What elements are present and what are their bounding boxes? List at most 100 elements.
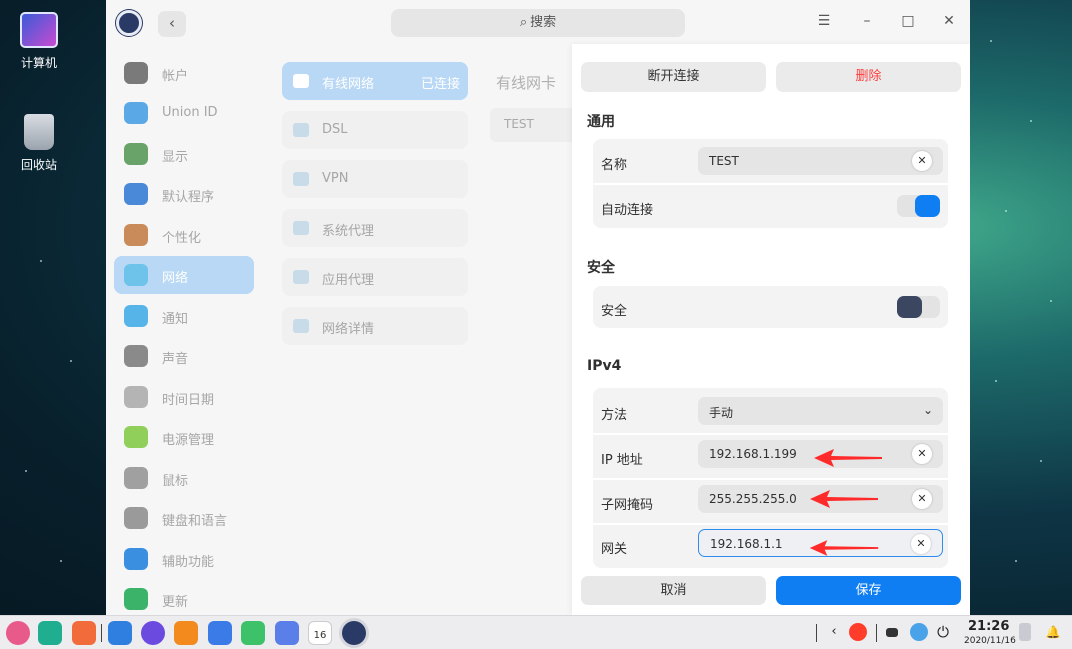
palette-icon [124,224,148,246]
multitask-icon[interactable] [38,621,62,645]
taskbar-separator [816,624,817,642]
mask-row: 子网掩码 255.255.255.0 ✕ [593,479,948,523]
method-select[interactable]: 手动 ⌄ [698,397,943,425]
sidebar-item-sound[interactable]: 声音 [114,337,254,375]
speaker-icon [124,345,148,367]
wired-card-title: 有线网卡 [496,74,557,92]
dsl-icon [293,123,309,137]
ipv4-title: IPv4 [587,358,622,374]
wired-network-icon [293,74,309,88]
gateway-label: 网关 [601,542,628,557]
network-tray-icon[interactable] [910,623,928,641]
name-field[interactable]: TEST ✕ [698,147,943,175]
back-button[interactable]: ‹ [158,11,186,37]
network-item-details[interactable]: 网络详情 [282,307,468,345]
network-item-dsl[interactable]: DSL [282,111,468,149]
launcher-icon[interactable] [6,621,30,645]
control-center-window: ‹ ⌕ 搜索 ☰ – □ ✕ 帐户 Union ID 显示 默认程序 个性化 网络… [106,0,970,615]
menu-button[interactable]: ☰ [814,13,834,29]
maximize-button[interactable]: □ [898,13,918,29]
tray-collapse-icon[interactable]: ‹ [825,623,843,641]
trash-tray-icon[interactable] [1019,623,1031,641]
clear-icon[interactable]: ✕ [912,444,932,464]
network-item-label: 网络详情 [322,322,375,337]
security-toggle[interactable] [897,296,940,318]
sidebar-item-label: 网络 [162,271,189,286]
clock-time[interactable]: 21:26 [968,619,1009,634]
app-store-icon[interactable] [72,621,96,645]
desktop-trash[interactable]: 回收站 [8,114,70,173]
clock-date[interactable]: 2020/11/16 [964,636,1016,646]
music-icon[interactable] [241,621,265,645]
network-item-wired[interactable]: 有线网络 已连接 [282,62,468,100]
disconnect-button[interactable]: 断开连接 [581,62,766,92]
auto-connect-toggle[interactable] [897,195,940,217]
notification-icon [124,305,148,327]
sidebar-item-label: 电源管理 [162,433,215,448]
sidebar-item-network[interactable]: 网络 [114,256,254,294]
connection-item-test[interactable]: TEST [490,108,580,142]
annotation-arrow [809,540,879,556]
calendar-icon[interactable]: 16 [308,621,332,645]
power-icon[interactable]: ⏻ [934,623,952,641]
browser-icon[interactable] [141,621,165,645]
document-viewer-icon[interactable] [275,621,299,645]
network-item-label: 系统代理 [322,224,375,239]
sidebar-item-accessibility[interactable]: 辅助功能 [114,540,254,578]
toggle-knob [915,195,940,217]
control-center-icon[interactable] [342,621,366,645]
clock-icon [124,386,148,408]
tray-app-icon[interactable] [849,623,867,641]
clear-icon[interactable]: ✕ [912,489,932,509]
keyboard-tray-icon[interactable] [886,628,898,637]
clear-icon[interactable]: ✕ [911,534,931,554]
keyboard-icon [124,507,148,529]
sidebar-item-account[interactable]: 帐户 [114,54,254,92]
sidebar-item-keyboard[interactable]: 键盘和语言 [114,499,254,537]
sidebar-item-label: 时间日期 [162,393,215,408]
name-row: 名称 TEST ✕ [593,139,948,183]
system-proxy-icon [293,221,309,235]
search-box[interactable]: ⌕ 搜索 [391,9,685,37]
sidebar-item-update[interactable]: 更新 [114,580,254,615]
sidebar-item-power[interactable]: 电源管理 [114,418,254,456]
sidebar-item-label: 显示 [162,150,189,165]
photo-viewer-icon[interactable] [208,621,232,645]
sidebar-item-union-id[interactable]: Union ID [114,94,254,132]
close-button[interactable]: ✕ [939,13,959,29]
desktop-icon-label: 回收站 [20,158,57,172]
mask-label: 子网掩码 [601,498,654,513]
cloud-icon [124,102,148,124]
save-button[interactable]: 保存 [776,576,961,605]
sidebar-item-mouse[interactable]: 鼠标 [114,459,254,497]
network-item-system-proxy[interactable]: 系统代理 [282,209,468,247]
vpn-icon [293,172,309,186]
network-item-app-proxy[interactable]: 应用代理 [282,258,468,296]
delete-button[interactable]: 删除 [776,62,961,92]
auto-connect-row: 自动连接 [593,184,948,228]
titlebar: ‹ ⌕ 搜索 ☰ – □ ✕ [106,0,970,44]
minimize-button[interactable]: – [857,13,877,29]
file-manager-icon[interactable] [108,621,132,645]
clear-icon[interactable]: ✕ [912,151,932,171]
network-menu: 有线网络 已连接 DSL VPN 系统代理 应用代理 网络详情 [280,56,472,615]
sidebar-item-default-apps[interactable]: 默认程序 [114,175,254,213]
search-placeholder: 搜索 [530,15,557,30]
chevron-down-icon: ⌄ [922,403,933,417]
network-item-label: DSL [322,122,348,137]
info-icon [293,319,309,333]
network-item-vpn[interactable]: VPN [282,160,468,198]
app-store-bag-icon[interactable] [174,621,198,645]
toggle-knob [897,296,922,318]
desktop-computer[interactable]: 计算机 [8,12,70,71]
sidebar-item-datetime[interactable]: 时间日期 [114,378,254,416]
sidebar-item-label: 更新 [162,595,189,610]
bell-icon[interactable]: 🔔 [1044,623,1062,641]
security-row: 安全 [593,286,948,328]
connection-detail-panel: 断开连接 删除 通用 名称 TEST ✕ 自动连接 安全 安全 IPv4 方法 … [572,44,970,615]
sidebar-item-display[interactable]: 显示 [114,135,254,173]
sidebar-item-personalization[interactable]: 个性化 [114,216,254,254]
sidebar-item-notification[interactable]: 通知 [114,297,254,335]
cancel-button[interactable]: 取消 [581,576,766,605]
security-group: 安全 [593,286,948,328]
